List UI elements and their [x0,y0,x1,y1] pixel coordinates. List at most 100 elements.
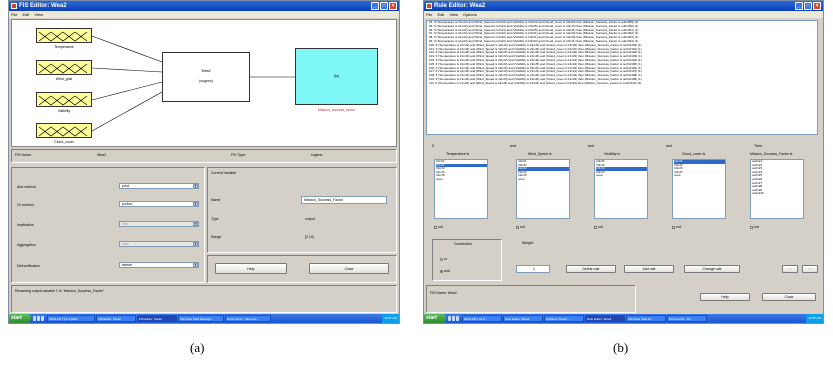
system-name: Wea2 [201,69,211,73]
change-rule-button[interactable]: Change rule [684,265,740,273]
list-item: none [596,173,603,178]
menu-edit[interactable]: Edit [22,11,29,18]
menu-file[interactable]: File [11,11,17,18]
and-label-2: and [588,144,594,148]
implication-select: min ▼ [119,221,199,227]
fis-type-value: sugeno [311,153,323,157]
help-button[interactable]: Help [700,293,750,301]
if-label: If [432,144,434,148]
add-rule-button[interactable]: Add rule [624,265,674,273]
task-fis-editor-1[interactable]: FIS Editor: Wea2 [96,315,136,322]
close-button[interactable]: Close [762,293,816,301]
rule-editor-window: Rule Editor: Wea2 _ □ × File Edit View O… [423,0,824,324]
not-checkbox-wind[interactable]: not [516,225,525,229]
fis-diagram-canvas: Temperature Wind_gust Visibility Cloud_c… [11,19,397,147]
input-block-wind-gust[interactable] [36,60,92,75]
menu-view[interactable]: View [449,11,458,18]
wind-listbox[interactable]: tr2mf1 tr2mf2 tr2mf3 tr2mf4 tr2mf5 none [516,159,570,219]
caption-a: (a) [190,340,205,355]
chevron-down-icon: ▼ [193,242,198,246]
aggregation-label: Aggregation [17,243,36,247]
fis-editor-window: FIS Editor: Wea2 _ □ × File Edit View Te… [8,0,400,324]
output-name: Mission_success_factor [317,108,356,112]
chevron-down-icon: ▼ [193,263,198,267]
visibility-listbox[interactable]: tr3mf1 tr3mf2 tr3mf3 tr3mf4 none [594,159,648,219]
matlab-icon [426,3,432,9]
not-checkbox-visibility[interactable]: not [594,225,603,229]
and-method-label: And method [17,185,36,189]
type-label: Type [211,217,219,221]
menu-options[interactable]: Options [463,11,477,18]
maximize-icon[interactable]: □ [380,2,388,10]
task-matlab[interactable]: MATLAB 7.11.0... [462,315,502,322]
fis-editor-titlebar: FIS Editor: Wea2 _ □ × [9,1,399,11]
task-task-manager[interactable]: Windows Task M... [626,315,666,322]
input-label-visibility: Visibility [57,109,71,113]
next-button[interactable]: >> [802,265,818,273]
chevron-down-icon: ▼ [193,184,198,188]
variable-name-input[interactable]: Mission_Success_Factor [301,196,387,204]
task-rule-editor-2[interactable]: Rule Editor: Wea2 [585,315,625,322]
temperature-listbox[interactable]: tr1mf1 tr1mf2 tr1mf3 tr1mf4 tr1mf5 none [434,159,488,219]
close-button[interactable]: Close [309,263,389,274]
rule-list[interactable]: 94. If (Temperature is tr1mf2) and (Wind… [426,20,818,135]
or-method-select[interactable]: probor ▼ [119,201,199,207]
task-fis-editor-2[interactable]: FIS Editor: Wea2 [137,315,177,322]
task-document[interactable]: Document1 - Microsof... [225,315,271,322]
list-item: none [518,176,525,181]
defuzzification-label: Defuzzification [17,264,40,268]
menu-file[interactable]: File [426,11,432,18]
close-icon[interactable]: × [813,2,821,10]
input-label-cloud-cover: Cloud_cover [54,140,74,144]
maximize-icon[interactable]: □ [804,2,812,10]
output-block[interactable]: f(u) [295,48,378,105]
fis-system-block[interactable]: Wea2 (sugeno) [162,52,250,102]
or-radio[interactable]: or [440,257,447,261]
task-surface-viewer[interactable]: Surfacer Viewer:... [544,315,584,322]
input-block-cloud-cover[interactable] [36,123,92,138]
start-button[interactable]: start [9,314,31,323]
current-variable-label: Current Variable [211,171,237,175]
not-checkbox-output[interactable]: not [750,225,759,229]
rule-menubar: File Edit View Options [424,11,823,18]
menu-view[interactable]: View [34,11,43,18]
minimize-icon[interactable]: _ [371,2,379,10]
wind-column-label: Wind_Speed is [528,152,552,156]
system-tray: 10:55 AM [806,314,823,323]
chevron-down-icon: ▼ [193,202,198,206]
status-message: Renaming output variable 1 to "Mission_S… [15,289,105,293]
output-listbox[interactable]: outfmf1 outfmf2 outfmf3 outfmf4 outfmf5 … [750,159,804,219]
not-checkbox-temperature[interactable]: not [434,225,443,229]
temperature-column-label: Temperature is [446,152,470,156]
rule-editor-titlebar: Rule Editor: Wea2 _ □ × [424,1,823,11]
previous-button[interactable]: << [782,265,798,273]
fis-name-value: Wea2 [97,153,107,157]
defuzzification-select[interactable]: wtaver ▼ [119,262,199,268]
weight-input[interactable]: 1 [516,265,550,273]
quick-launch [447,316,461,321]
input-block-visibility[interactable] [36,92,92,107]
task-document[interactable]: Document1 - Mi... [667,315,707,322]
not-checkbox-cloud[interactable]: not [672,225,681,229]
cloud-column-label: Cloud_cover is [682,152,706,156]
minimize-icon[interactable]: _ [795,2,803,10]
task-matlab[interactable]: MATLAB 7.11.0 (R20... [47,315,95,322]
and-radio[interactable]: and [440,269,450,273]
menu-edit[interactable]: Edit [437,11,444,18]
start-button[interactable]: start [424,314,446,323]
close-icon[interactable]: × [389,2,397,10]
range-label: Range [211,235,222,239]
delete-rule-button[interactable]: Delete rule [566,265,616,273]
weight-label: Weight: [522,241,534,245]
and-method-select[interactable]: prod ▼ [119,183,199,189]
rule-item[interactable]: 110. If (Temperature is tr1mf2) and (Win… [429,81,817,86]
desktop-icon [452,316,455,321]
list-item: outfmf10 [752,191,764,196]
task-rule-editor-1[interactable]: Rule Editor: Wea2 [503,315,543,322]
cloud-listbox[interactable]: tr4mf1 tr4mf2 tr4mf3 tr4mf4 none [672,159,726,219]
task-task-manager[interactable]: Windows Task Manager [178,315,224,322]
system-type: (sugeno) [199,79,213,83]
help-button[interactable]: Help [215,263,287,274]
input-block-temperature[interactable] [36,28,92,43]
list-item: none [436,176,443,181]
